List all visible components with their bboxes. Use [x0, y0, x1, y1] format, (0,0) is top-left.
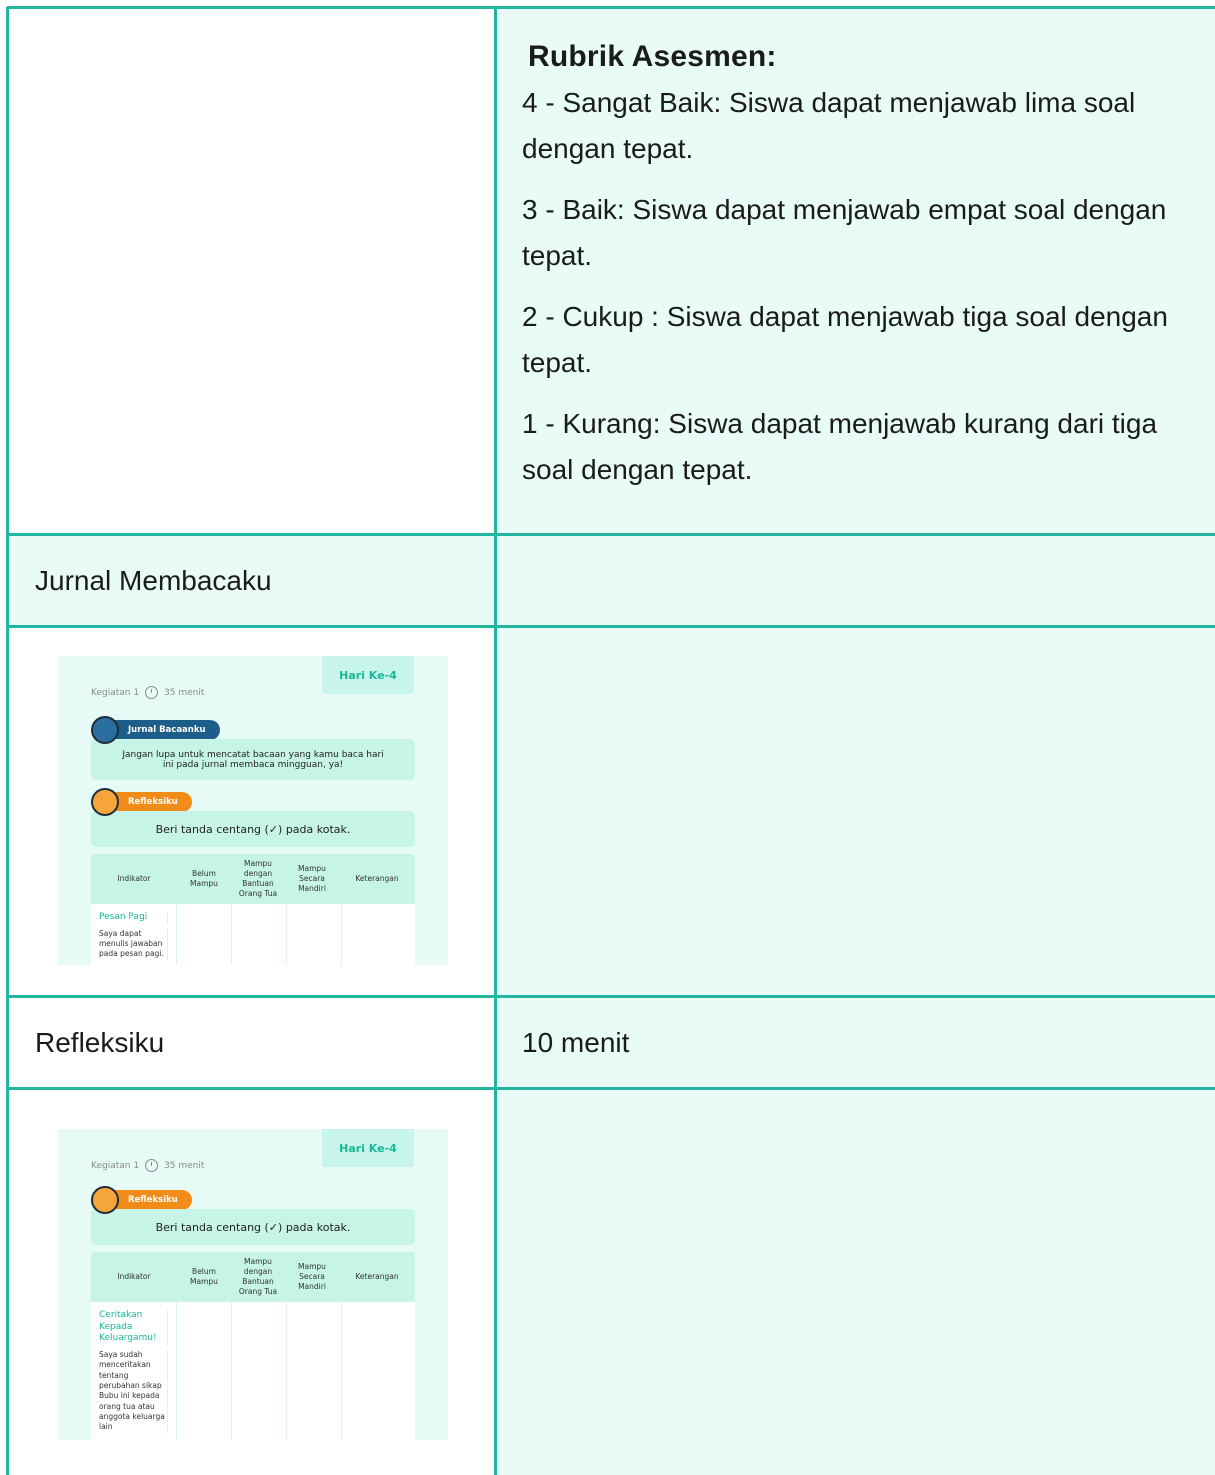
checkbox-cell — [232, 1302, 287, 1440]
durasi-label: 35 menit — [164, 687, 205, 698]
rubrik-title: Rubrik Asesmen: — [528, 40, 777, 73]
checkbox-cell — [177, 904, 232, 965]
jurnal-note: Jangan lupa untuk mencatat bacaan yang k… — [91, 739, 415, 780]
keterangan-cell — [342, 904, 415, 965]
jurnal-right-cell — [497, 628, 1215, 995]
jurnal-empty-cell — [497, 536, 1215, 626]
reflection-badge-icon — [91, 1186, 119, 1214]
table-header: Indikator Belum Mampu Mampu dengan Bantu… — [91, 854, 415, 904]
hari-badge: Hari Ke-4 — [322, 656, 414, 694]
header-mampu-mandiri: Mampu Secara Mandiri — [298, 1261, 326, 1292]
indicator-desc: Saya dapat menulis jawaban pada pesan pa… — [99, 928, 168, 960]
header-belum-mampu: Belum Mampu — [190, 868, 218, 888]
indicator-desc: Saya sudah menceritakan tentang perubaha… — [99, 1350, 168, 1433]
indicator-cell: Ceritakan Kepada Keluargamu! Saya sudah … — [91, 1302, 177, 1440]
header-indikator: Indikator — [117, 873, 151, 883]
keterangan-cell — [342, 1302, 415, 1440]
indicator-table: Indikator Belum Mampu Mampu dengan Bantu… — [91, 854, 415, 965]
checkbox-cell — [287, 904, 342, 965]
refleksi-right-cell — [497, 1090, 1215, 1475]
table-row: Ceritakan Kepada Keluargamu! Saya sudah … — [91, 1302, 415, 1440]
table-header: Indikator Belum Mampu Mampu dengan Bantu… — [91, 1252, 415, 1302]
indicator-cell: Pesan Pagi Saya dapat menulis jawaban pa… — [91, 904, 177, 965]
kegiatan-info: Kegiatan 1 35 menit — [91, 686, 204, 699]
clock-icon — [145, 686, 159, 699]
reflection-badge-icon — [91, 788, 119, 816]
table-border-top — [7, 6, 1215, 9]
header-belum-mampu: Belum Mampu — [190, 1266, 218, 1286]
checkbox-cell — [177, 1302, 232, 1440]
header-indikator: Indikator — [117, 1271, 151, 1281]
kegiatan-label: Kegiatan 1 — [91, 687, 140, 698]
jurnal-membacaku-label: Jurnal Membacaku — [35, 565, 272, 596]
durasi-label: 35 menit — [164, 1160, 205, 1171]
kegiatan-label: Kegiatan 1 — [91, 1160, 140, 1171]
journal-badge-icon — [91, 716, 119, 744]
indicator-title: Pesan Pagi — [99, 912, 168, 924]
clock-icon — [145, 1159, 159, 1172]
table-border-left — [6, 7, 9, 1475]
jurnal-card-image: Hari Ke-4 Kegiatan 1 35 menit Jurnal Bac… — [58, 656, 448, 965]
rubrik-item-1: 1 - Kurang: Siswa dapat menjawab kurang … — [522, 408, 1158, 485]
row-divider — [7, 1087, 1215, 1090]
rubrik-item-4: 4 - Sangat Baik: Siswa dapat menjawab li… — [522, 87, 1136, 164]
rubrik-asesmen: Rubrik Asesmen: 4 - Sangat Baik: Siswa d… — [497, 10, 1215, 534]
header-keterangan: Keterangan — [355, 1271, 399, 1281]
row-divider — [7, 625, 1215, 628]
header-mampu-bantuan: Mampu dengan Bantuan Orang Tua — [238, 1256, 278, 1297]
rubrik-item-3: 3 - Baik: Siswa dapat menjawab empat soa… — [522, 194, 1167, 271]
header-mampu-bantuan: Mampu dengan Bantuan Orang Tua — [238, 858, 278, 899]
refleksiku-label: Refleksiku — [35, 1027, 165, 1058]
refleksi-card-image: Hari Ke-4 Kegiatan 1 35 menit Refleksiku… — [58, 1129, 448, 1440]
refleksiku-duration: 10 menit — [522, 1027, 630, 1058]
header-mampu-mandiri: Mampu Secara Mandiri — [298, 863, 326, 894]
instruction-box: Beri tanda centang (✓) pada kotak. — [91, 811, 415, 847]
rubrik-item-2: 2 - Cukup : Siswa dapat menjawab tiga so… — [522, 301, 1168, 378]
row-divider — [7, 995, 1215, 998]
header-keterangan: Keterangan — [355, 873, 399, 883]
table-row: Pesan Pagi Saya dapat menulis jawaban pa… — [91, 904, 415, 965]
checkbox-cell — [287, 1302, 342, 1440]
checkbox-cell — [232, 904, 287, 965]
kegiatan-info: Kegiatan 1 35 menit — [91, 1159, 204, 1172]
instruction-box: Beri tanda centang (✓) pada kotak. — [91, 1209, 415, 1245]
indicator-title: Ceritakan Kepada Keluargamu! — [99, 1310, 168, 1346]
hari-badge: Hari Ke-4 — [322, 1129, 414, 1167]
indicator-table: Indikator Belum Mampu Mampu dengan Bantu… — [91, 1252, 415, 1440]
